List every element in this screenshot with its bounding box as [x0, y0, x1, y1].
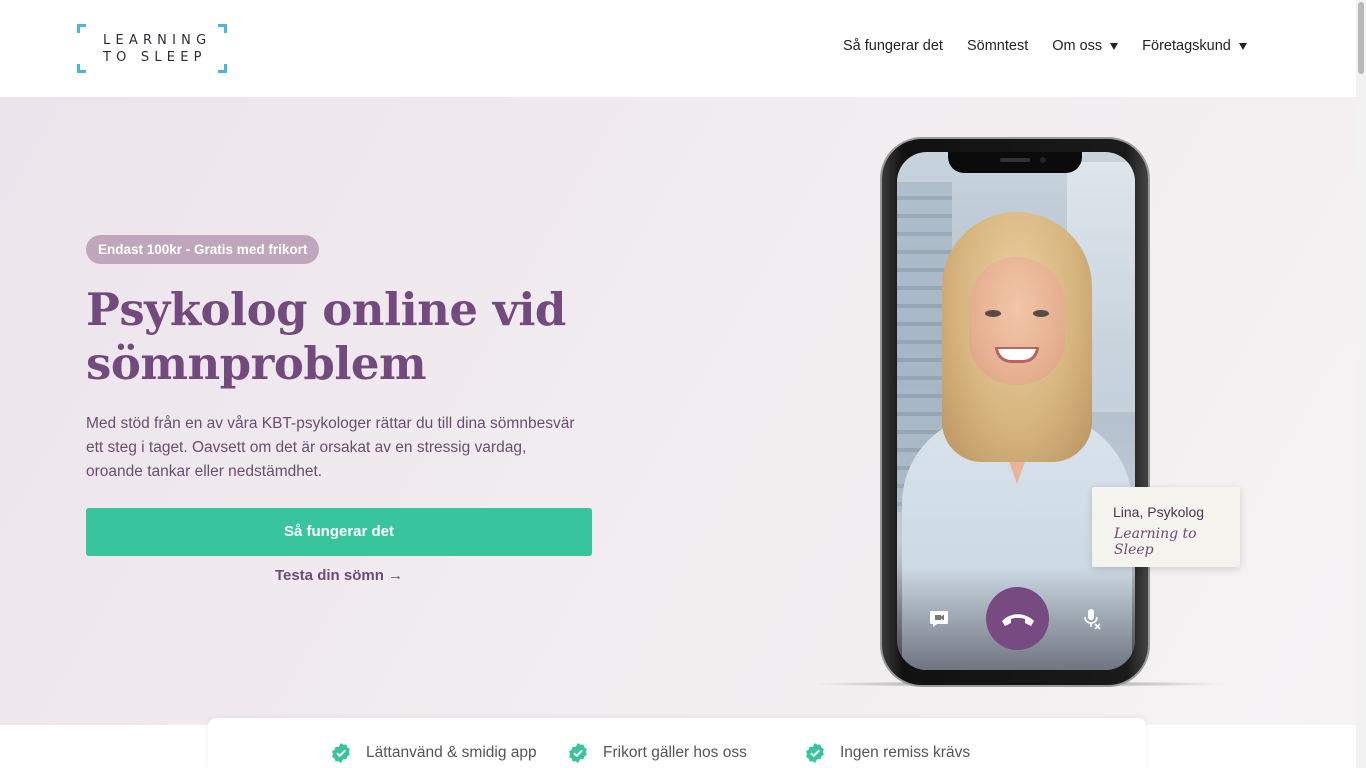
eye: [1033, 310, 1049, 317]
psychologist-name-card: Lina, Psykolog Learning to Sleep: [1092, 487, 1240, 567]
nav-link-sleep-test[interactable]: Sömntest: [967, 38, 1028, 54]
mic-off-icon-svg: [1084, 609, 1101, 630]
how-it-works-button[interactable]: Så fungerar det: [86, 508, 592, 556]
feature-item: Lättanvänd & smidig app: [331, 743, 537, 763]
nav-link-how-it-works[interactable]: Så fungerar det: [843, 38, 943, 54]
logo-text-line2: TO SLEEP: [103, 50, 207, 65]
feature-label: Lättanvänd & smidig app: [366, 744, 537, 761]
check-badge-icon: [569, 743, 587, 763]
nav-dropdown-about[interactable]: Om oss: [1052, 38, 1119, 54]
feature-label: Ingen remiss krävs: [840, 744, 971, 761]
feature-item: Frikort gäller hos oss: [568, 743, 747, 763]
logo-corner: [77, 64, 86, 73]
check-badge-icon: [806, 743, 824, 763]
price-badge: Endast 100kr - Gratis med frikort: [86, 235, 320, 264]
site-header: LEARNING TO SLEEP Så fungerar det Sömnte…: [0, 0, 1356, 97]
psychologist-face: [969, 257, 1065, 385]
hang-up-icon: [1001, 613, 1034, 626]
main-nav: Så fungerar det Sömntest Om oss Företags…: [843, 38, 1247, 54]
nav-dropdown-business[interactable]: Företagskund: [1142, 38, 1247, 54]
logo-corner: [218, 64, 227, 73]
hero-description: Med stöd från en av våra KBT-psykologer …: [86, 415, 575, 480]
nav-link-label: Om oss: [1052, 38, 1103, 54]
test-sleep-link[interactable]: Testa din sömn →: [86, 567, 592, 584]
hero-title-line1: Psykolog online vid: [86, 283, 566, 336]
feature-item: Ingen remiss krävs: [805, 743, 970, 763]
feature-label: Frikort gäller hos oss: [603, 744, 747, 761]
phone-camera: [1040, 157, 1046, 163]
eye: [985, 310, 1001, 317]
phone-speaker: [1000, 158, 1030, 162]
hero-title-line2: sömnproblem: [86, 337, 427, 390]
psychologist-name: Lina, Psykolog: [1113, 504, 1205, 520]
hero-title: Psykolog online vid sömnproblem: [86, 283, 686, 391]
phone-notch: [948, 152, 1082, 173]
features-strip: Lättanvänd & smidig app Frikort gäller h…: [208, 718, 1146, 768]
nav-link-label: Företagskund: [1142, 38, 1231, 54]
logo-text-line1: LEARNING: [103, 33, 212, 48]
chat-video-icon-svg: [930, 611, 948, 627]
hero-section: Endast 100kr - Gratis med frikort Psykol…: [0, 97, 1356, 725]
page-scrollbar[interactable]: [1356, 0, 1366, 768]
nav-link-label: Sömntest: [966, 38, 1029, 54]
logo[interactable]: LEARNING TO SLEEP: [77, 24, 227, 73]
scrollbar-thumb[interactable]: [1358, 2, 1364, 74]
mic-off-icon[interactable]: [1080, 607, 1104, 631]
nav-link-label: Så fungerar det: [843, 38, 943, 54]
hang-up-button[interactable]: [986, 587, 1049, 650]
brand-signature: Learning to Sleep: [1114, 526, 1197, 558]
logo-corner: [218, 24, 227, 33]
chat-video-icon[interactable]: [927, 607, 951, 631]
caret-down-icon: [1110, 42, 1119, 50]
check-badge-icon: [332, 743, 350, 763]
logo-corner: [77, 24, 86, 33]
caret-down-icon: [1238, 42, 1247, 50]
